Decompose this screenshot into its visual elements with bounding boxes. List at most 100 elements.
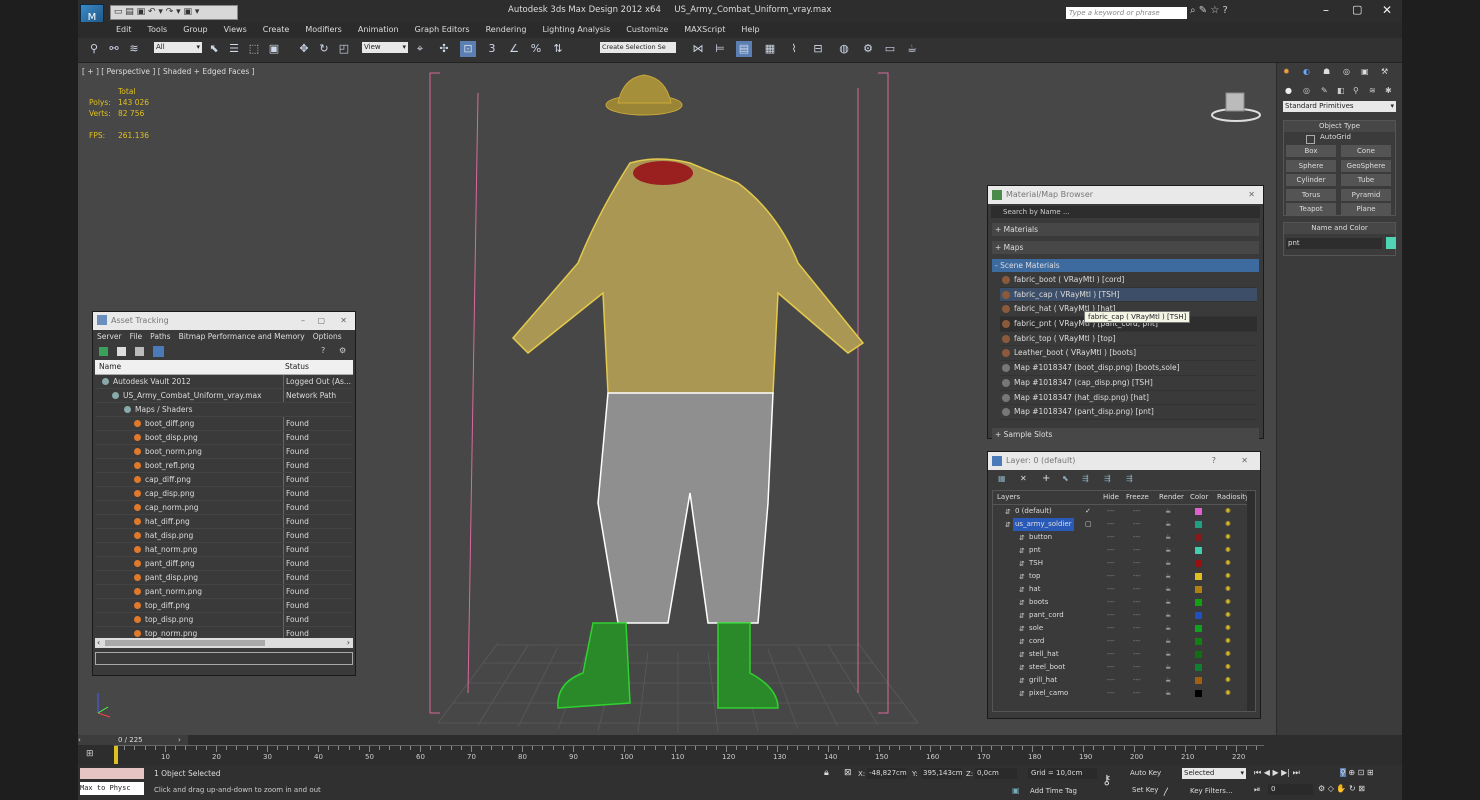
radiosity-icon[interactable]: ✺ [1225, 544, 1231, 557]
maximize-viewport-icon[interactable]: ⊠ [1358, 784, 1365, 793]
freeze-toggle[interactable]: --- [1133, 687, 1141, 700]
create-tab-icon[interactable]: ✹ [1283, 67, 1290, 76]
autogrid-checkbox[interactable] [1306, 135, 1315, 144]
select-by-name-icon[interactable]: ☰ [226, 41, 242, 57]
layer-color-swatch[interactable] [1195, 508, 1202, 515]
table-view-icon[interactable] [153, 346, 164, 357]
freeze-toggle[interactable]: --- [1133, 505, 1141, 518]
hide-toggle[interactable]: --- [1107, 687, 1115, 700]
layer-color-swatch[interactable] [1195, 586, 1202, 593]
previous-frame-icon[interactable]: ◀ [1264, 768, 1270, 777]
set-key-button[interactable]: Set Key [1132, 786, 1158, 794]
object-color-swatch[interactable] [1386, 237, 1396, 249]
timeline-ruler[interactable]: 10 20 30 40 50 60 70 80 90 100 110 120 130 140 150 160 1… [114, 745, 1264, 766]
spinner-snap-icon[interactable]: ⇅ [550, 41, 566, 57]
menu-rendering[interactable]: Rendering [486, 22, 527, 38]
asset-menu-bitmap-performance-and-memory[interactable]: Bitmap Performance and Memory [179, 332, 305, 341]
menu-tools[interactable]: Tools [148, 22, 168, 38]
zoom-icon[interactable]: ⚲ [1340, 768, 1346, 777]
absolute-mode-icon[interactable]: ⊠ [844, 768, 852, 778]
slider-right-icon[interactable]: › [178, 735, 181, 745]
create-tube-button[interactable]: Tube [1341, 174, 1391, 186]
primitives-dropdown[interactable]: Standard Primitives ▾ [1283, 101, 1396, 112]
freeze-toggle[interactable]: --- [1133, 674, 1141, 687]
hide-toggle[interactable]: --- [1107, 596, 1115, 609]
key-tangent-icon[interactable]: 〳 [1162, 785, 1171, 798]
render-teapot-icon[interactable]: ☕ [1165, 687, 1171, 700]
next-frame-icon[interactable]: ▶| [1281, 768, 1290, 777]
create-box-button[interactable]: Box [1286, 145, 1336, 157]
create-plane-button[interactable]: Plane [1341, 203, 1391, 215]
layer-color-swatch[interactable] [1195, 677, 1202, 684]
object-name-input[interactable]: pnt [1286, 238, 1382, 249]
layer-color-swatch[interactable] [1195, 547, 1202, 554]
radiosity-icon[interactable]: ✺ [1225, 687, 1231, 700]
add-time-tag[interactable]: Add Time Tag [1030, 787, 1077, 795]
named-selection-dropdown[interactable]: Create Selection Se [600, 42, 676, 53]
material-search-input[interactable]: Search by Name ... [991, 206, 1260, 218]
sample-slots-section[interactable]: + Sample Slots [992, 427, 1259, 441]
ref-coord-dropdown[interactable]: View ▾ [362, 42, 408, 53]
layer-row[interactable]: ⇵ us_army_soldier ▢ --- --- ☕ ✺ [993, 518, 1249, 531]
unlink-icon[interactable]: ⚯ [106, 41, 122, 57]
radiosity-icon[interactable]: ✺ [1225, 674, 1231, 687]
menu-help[interactable]: Help [741, 22, 759, 38]
layer-row[interactable]: ⇵ stell_hat --- --- ☕ ✺ [993, 648, 1249, 661]
radiosity-icon[interactable]: ✺ [1225, 505, 1231, 518]
play-icon[interactable]: ▶ [1272, 768, 1278, 777]
asset-row[interactable]: top_diff.png Found [95, 599, 353, 613]
current-frame-field[interactable]: 0 [1268, 784, 1313, 795]
maximize-icon[interactable]: ▢ [317, 312, 325, 330]
layer-row[interactable]: ⇵ top --- --- ☕ ✺ [993, 570, 1249, 583]
freeze-toggle[interactable]: --- [1133, 531, 1141, 544]
help-icon[interactable]: ? [1212, 452, 1216, 470]
shapes-icon[interactable]: ◎ [1303, 86, 1310, 95]
render-teapot-icon[interactable]: ☕ [1165, 635, 1171, 648]
go-to-end-icon[interactable]: ⏭ [1293, 768, 1300, 777]
time-slider-marker[interactable] [114, 746, 118, 764]
layer-row[interactable]: ⇵ cord --- --- ☕ ✺ [993, 635, 1249, 648]
asset-menu-options[interactable]: Options [313, 332, 342, 341]
time-slider[interactable]: ‹ 0 / 225 › [78, 735, 188, 745]
search-icon[interactable]: ⌕ ✎ ☆ ? [1190, 5, 1228, 16]
zoom-extents-icon[interactable]: ⊡ [1358, 768, 1365, 777]
section-0[interactable]: + Materials [992, 223, 1259, 236]
hide-toggle[interactable]: --- [1107, 674, 1115, 687]
curve-editor-mini-icon[interactable]: ⊞ [86, 749, 94, 759]
zoom-extents-all-icon[interactable]: ⊞ [1367, 768, 1374, 777]
material-item[interactable]: fabric_cap ( VRayMtl ) [TSH] [1000, 287, 1257, 303]
layer-row[interactable]: ⇵ button --- --- ☕ ✺ [993, 531, 1249, 544]
layer-col-color[interactable]: Color [1190, 491, 1208, 504]
scroll-thumb[interactable] [105, 640, 265, 646]
freeze-toggle[interactable]: --- [1133, 596, 1141, 609]
rect-selection-icon[interactable]: ⬚ [246, 41, 262, 57]
orbit-icon[interactable]: ↻ [1349, 784, 1356, 793]
link-icon[interactable]: ⚲ [86, 41, 102, 57]
hide-toggle[interactable]: --- [1107, 570, 1115, 583]
section-1[interactable]: + Maps [992, 241, 1259, 254]
layer-row[interactable]: ⇵ grill_hat --- --- ☕ ✺ [993, 674, 1249, 687]
hide-toggle[interactable]: --- [1107, 648, 1115, 661]
material-item[interactable]: Map #1018347 (boot_disp.png) [boots,sole… [1000, 361, 1257, 376]
slider-left-icon[interactable]: ‹ [78, 735, 81, 745]
layer-row[interactable]: ⇵ pant_cord --- --- ☕ ✺ [993, 609, 1249, 622]
layer-color-swatch[interactable] [1195, 690, 1202, 697]
help-icon[interactable]: ? [321, 346, 325, 355]
asset-row[interactable]: boot_disp.png Found [95, 431, 353, 445]
create-pyramid-button[interactable]: Pyramid [1341, 188, 1391, 201]
material-item[interactable]: Map #1018347 (cap_disp.png) [TSH] [1000, 376, 1257, 391]
hierarchy-tab-icon[interactable]: ☗ [1323, 67, 1330, 76]
asset-row[interactable]: hat_disp.png Found [95, 529, 353, 543]
menu-group[interactable]: Group [183, 22, 207, 38]
maxscript-listener-top[interactable] [80, 768, 144, 779]
freeze-toggle[interactable]: --- [1133, 635, 1141, 648]
asset-row[interactable]: US_Army_Combat_Uniform_vray.max Network P… [95, 389, 353, 403]
helpers-icon[interactable]: ⚲ [1353, 86, 1359, 95]
hide-toggle[interactable]: --- [1107, 544, 1115, 557]
material-item[interactable]: Leather_boot ( VRayMtl ) [boots] [1000, 346, 1257, 362]
radiosity-icon[interactable]: ✺ [1225, 557, 1231, 570]
material-item[interactable]: Map #1018347 (hat_disp.png) [hat] [1000, 391, 1257, 406]
menu-animation[interactable]: Animation [358, 22, 399, 38]
hide-toggle[interactable]: --- [1107, 505, 1115, 518]
zoom-all-icon[interactable]: ⊕ [1348, 768, 1355, 777]
